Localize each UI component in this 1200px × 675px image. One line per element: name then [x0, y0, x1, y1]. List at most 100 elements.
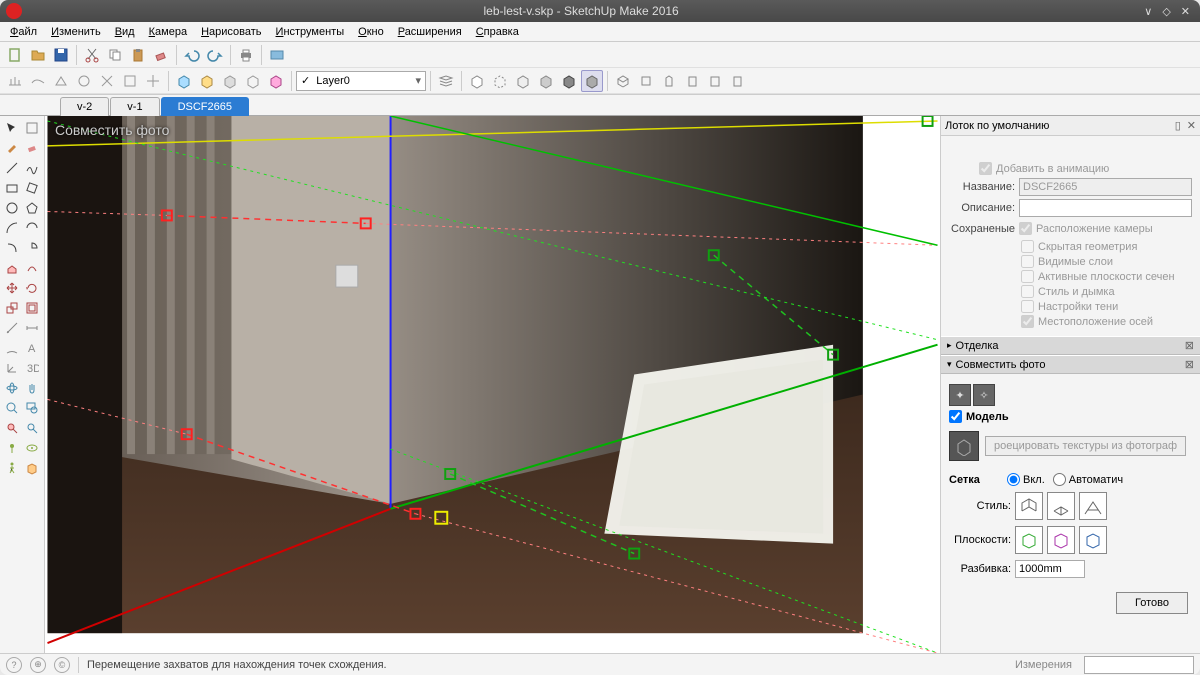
style6-icon[interactable] [581, 70, 603, 92]
menu-camera[interactable]: Камера [143, 24, 193, 40]
style4-icon[interactable] [535, 70, 557, 92]
view-right-icon[interactable] [681, 70, 703, 92]
arc3-icon[interactable] [2, 238, 21, 257]
prev-view-icon[interactable] [22, 418, 41, 437]
offset-icon[interactable] [22, 298, 41, 317]
position-camera-icon[interactable] [2, 438, 21, 457]
zoom-extents-icon[interactable] [2, 418, 21, 437]
look-around-icon[interactable] [22, 438, 41, 457]
cut-icon[interactable] [81, 44, 103, 66]
save-icon[interactable] [50, 44, 72, 66]
sandbox5-icon[interactable] [96, 70, 118, 92]
maximize-icon[interactable]: ◇ [1162, 5, 1170, 18]
planes-2-icon[interactable] [1047, 526, 1075, 554]
measurements-input[interactable] [1084, 656, 1194, 674]
sandbox3-icon[interactable] [50, 70, 72, 92]
solid3-icon[interactable] [219, 70, 241, 92]
grid-style-3-icon[interactable] [1079, 492, 1107, 520]
menu-extensions[interactable]: Расширения [392, 24, 468, 40]
layer-dropdown[interactable]: ✓Layer0▾ [296, 71, 426, 91]
project-textures-button[interactable]: роецировать текстуры из фотограф [985, 436, 1186, 456]
text-icon[interactable]: A [22, 338, 41, 357]
tray-pin-icon[interactable]: ▯ [1175, 119, 1181, 132]
pan-icon[interactable] [22, 378, 41, 397]
move-icon[interactable] [2, 278, 21, 297]
viewport[interactable]: Совместить фото [45, 116, 940, 653]
style5-icon[interactable] [558, 70, 580, 92]
rotated-rect-icon[interactable] [22, 178, 41, 197]
tape-icon[interactable] [2, 318, 21, 337]
style2-icon[interactable] [489, 70, 511, 92]
pie-icon[interactable] [22, 238, 41, 257]
menu-view[interactable]: Вид [109, 24, 141, 40]
menu-window[interactable]: Окно [352, 24, 390, 40]
sandbox6-icon[interactable] [119, 70, 141, 92]
panel-header-match-photo[interactable]: ▾Совместить фото⊠ [941, 355, 1200, 374]
make-component-icon[interactable] [22, 118, 41, 137]
planes-3-icon[interactable] [1079, 526, 1107, 554]
grid-spacing-input[interactable] [1015, 560, 1085, 578]
model-checkbox[interactable] [949, 410, 962, 423]
undo-icon[interactable] [181, 44, 203, 66]
view-front-icon[interactable] [658, 70, 680, 92]
rotate-icon[interactable] [22, 278, 41, 297]
done-button[interactable]: Готово [1116, 592, 1188, 614]
sandbox4-icon[interactable] [73, 70, 95, 92]
arc-icon[interactable] [2, 218, 21, 237]
project-texture-icon[interactable] [949, 431, 979, 461]
solid4-icon[interactable] [242, 70, 264, 92]
zoom-icon[interactable] [2, 398, 21, 417]
view-iso-icon[interactable] [612, 70, 634, 92]
scale-icon[interactable] [2, 298, 21, 317]
solid2-icon[interactable] [196, 70, 218, 92]
style1-icon[interactable] [466, 70, 488, 92]
view-left-icon[interactable] [727, 70, 749, 92]
paste-icon[interactable] [127, 44, 149, 66]
freehand-icon[interactable] [22, 158, 41, 177]
solid1-icon[interactable] [173, 70, 195, 92]
sandbox7-icon[interactable] [142, 70, 164, 92]
menu-edit[interactable]: Изменить [45, 24, 107, 40]
menu-draw[interactable]: Нарисовать [195, 24, 267, 40]
copy-icon[interactable] [104, 44, 126, 66]
grid-style-1-icon[interactable] [1015, 492, 1043, 520]
sandbox2-icon[interactable] [27, 70, 49, 92]
eraser-icon[interactable] [22, 138, 41, 157]
model-info-icon[interactable] [266, 44, 288, 66]
match-edit-icon[interactable]: ✧ [973, 384, 995, 406]
view-back-icon[interactable] [704, 70, 726, 92]
redo-icon[interactable] [204, 44, 226, 66]
planes-1-icon[interactable] [1015, 526, 1043, 554]
grid-auto-radio[interactable]: Автоматич [1053, 473, 1123, 486]
solid5-icon[interactable] [265, 70, 287, 92]
grid-on-radio[interactable]: Вкл. [1007, 473, 1045, 486]
dimension-icon[interactable] [22, 318, 41, 337]
print-icon[interactable] [235, 44, 257, 66]
open-icon[interactable] [27, 44, 49, 66]
polygon-icon[interactable] [22, 198, 41, 217]
layer-manage-icon[interactable] [435, 70, 457, 92]
style3-icon[interactable] [512, 70, 534, 92]
pushpull-icon[interactable] [2, 258, 21, 277]
help-icon[interactable]: ? [6, 657, 22, 673]
section-icon[interactable] [22, 458, 41, 477]
close-icon[interactable]: ✕ [1181, 5, 1190, 18]
3dtext-icon[interactable]: 3D [22, 358, 41, 377]
credit-icon[interactable]: © [54, 657, 70, 673]
scene-tab-active[interactable]: DSCF2665 [161, 97, 249, 116]
tray-close-icon[interactable]: ✕ [1187, 119, 1196, 132]
sandbox1-icon[interactable] [4, 70, 26, 92]
protractor-icon[interactable] [2, 338, 21, 357]
select-icon[interactable] [2, 118, 21, 137]
zoom-window-icon[interactable] [22, 398, 41, 417]
scene-tab[interactable]: v-2 [60, 97, 109, 116]
view-top-icon[interactable] [635, 70, 657, 92]
rectangle-icon[interactable] [2, 178, 21, 197]
new-icon[interactable] [4, 44, 26, 66]
circle-icon[interactable] [2, 198, 21, 217]
menu-file[interactable]: Файл [4, 24, 43, 40]
follow-icon[interactable] [22, 258, 41, 277]
line-icon[interactable] [2, 158, 21, 177]
grid-style-2-icon[interactable] [1047, 492, 1075, 520]
erase-icon[interactable] [150, 44, 172, 66]
